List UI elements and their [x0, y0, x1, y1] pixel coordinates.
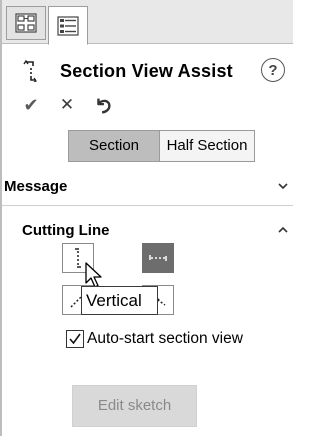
horizontal-line-icon [149, 255, 167, 261]
cutting-line-section-header[interactable]: Cutting Line [22, 213, 293, 247]
section-option[interactable]: Section [69, 131, 160, 161]
horizontal-cutting-line-button[interactable] [142, 243, 174, 273]
tab-feature-manager[interactable] [6, 6, 46, 40]
property-manager-icon [57, 15, 79, 36]
tooltip: Vertical [81, 286, 158, 315]
tab-property-manager[interactable] [48, 6, 88, 45]
chevron-up-icon [278, 226, 288, 233]
chevron-down-icon [278, 183, 288, 190]
property-manager-panel: Section View Assist ? ✔ ✕ Section Half S… [0, 0, 293, 436]
action-buttons: ✔ ✕ [20, 92, 128, 118]
message-section-label: Message [4, 177, 68, 195]
checkmark-icon [69, 333, 81, 345]
property-manager-title: Section View Assist ? [22, 56, 287, 86]
section-mode-toggle: Section Half Section [68, 130, 255, 162]
page-title: Section View Assist [60, 60, 233, 81]
undo-button[interactable] [92, 94, 114, 116]
undo-icon [97, 98, 111, 114]
auto-start-option: Auto-start section view [66, 327, 243, 351]
edit-sketch-button[interactable]: Edit sketch [72, 385, 197, 427]
section-view-icon [23, 60, 37, 82]
tab-strip [2, 0, 293, 45]
cutting-line-section-label: Cutting Line [22, 221, 110, 239]
message-section-header[interactable]: Message [2, 169, 293, 203]
feature-tree-icon [15, 13, 37, 33]
ok-button[interactable]: ✔ [20, 94, 42, 116]
half-section-option[interactable]: Half Section [160, 131, 254, 161]
auto-start-checkbox[interactable] [66, 330, 84, 348]
auto-start-label: Auto-start section view [87, 330, 243, 347]
help-icon[interactable]: ? [261, 58, 285, 82]
cancel-button[interactable]: ✕ [56, 94, 78, 116]
section-divider [2, 205, 293, 206]
